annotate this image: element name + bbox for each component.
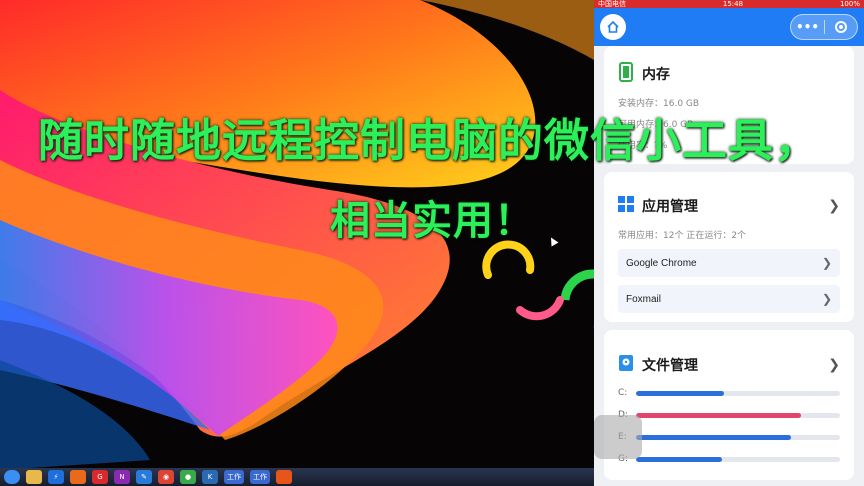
doc-app-icon-2[interactable]: 工作 [250, 470, 270, 484]
file-management-card: 文件管理 ❯ C: D: E: G: [604, 330, 854, 480]
disk-usage-fill [636, 390, 724, 396]
app-item-foxmail[interactable]: Foxmail ❯ [618, 285, 840, 313]
chrome-icon[interactable]: ◉ [158, 470, 174, 484]
carrier-label: 中国电信 [598, 0, 626, 8]
app-management-card: 应用管理 ❯ 常用应用：12个 正在运行：2个 Google Chrome ❯ … [604, 172, 854, 322]
clock-label: 15:48 [722, 0, 744, 8]
taskbar: ⚡ G N ✎ ◉ ● K 工作 工作 [0, 468, 594, 486]
file-management-title: 文件管理 [642, 358, 698, 374]
file-explorer-icon[interactable] [26, 470, 42, 484]
phone-status-bar: 中国电信 15:48 100% [594, 0, 864, 8]
memory-title: 内存 [642, 67, 670, 83]
pen-app-icon[interactable]: ✎ [136, 470, 152, 484]
app-item-label: Google Chrome [626, 257, 697, 269]
swirl-app-icon[interactable] [70, 470, 86, 484]
orange-app-icon[interactable] [276, 470, 292, 484]
app-management-title: 应用管理 [642, 199, 698, 215]
disk-usage-fill [636, 412, 802, 418]
thunder-icon[interactable]: ⚡ [48, 470, 64, 484]
disk-usage-fill [636, 434, 792, 440]
battery-label: 100% [839, 0, 860, 8]
home-button[interactable] [600, 14, 626, 40]
chevron-right-icon: ❯ [821, 256, 832, 270]
more-menu-button[interactable]: ••• [791, 20, 824, 34]
app-management-header[interactable]: 应用管理 ❯ [618, 196, 840, 216]
hard-drive-icon [618, 354, 634, 376]
chevron-right-icon: ❯ [828, 357, 840, 373]
target-icon [834, 21, 847, 33]
disk-usage-fill [636, 456, 722, 462]
disk-usage-bar [636, 456, 840, 462]
assistive-touch-button[interactable] [594, 415, 642, 459]
headline-caption: 随时随地远程控制电脑的微信小工具， [38, 114, 821, 167]
mini-program-nav-bar: ••• [594, 8, 864, 46]
doc-app-icon[interactable]: 工作 [224, 470, 244, 484]
subline-caption: 相当实用！ [330, 198, 535, 244]
k-app-icon[interactable]: K [202, 470, 218, 484]
disk-label: C: [618, 388, 628, 398]
disk-row-e[interactable]: E: [618, 426, 840, 448]
app-summary-text: 常用应用：12个 正在运行：2个 [618, 231, 747, 241]
home-icon [607, 20, 619, 33]
phone-mini-program: 中国电信 15:48 100% ••• 内存 安装内存：16.0 GB 可用内存… [594, 0, 864, 486]
capsule-menu: ••• [790, 14, 858, 40]
app-item-label: Foxmail [626, 293, 662, 305]
red-g-app-icon[interactable]: G [92, 470, 108, 484]
disk-usage-list: C: D: E: G: [618, 382, 840, 470]
start-orb-icon[interactable] [4, 470, 20, 484]
chevron-right-icon: ❯ [828, 198, 840, 214]
windows-grid-icon [618, 196, 634, 216]
disk-row-c[interactable]: C: [618, 382, 840, 404]
close-mini-program-button[interactable] [825, 21, 857, 33]
app-item-chrome[interactable]: Google Chrome ❯ [618, 249, 840, 277]
green-app-icon[interactable]: ● [180, 470, 196, 484]
file-management-header[interactable]: 文件管理 ❯ [618, 354, 840, 376]
memory-chip-icon [618, 62, 634, 86]
chevron-right-icon: ❯ [821, 292, 832, 306]
disk-row-d[interactable]: D: [618, 404, 840, 426]
onenote-icon[interactable]: N [114, 470, 130, 484]
disk-usage-bar [636, 412, 840, 418]
disk-usage-bar [636, 434, 840, 440]
disk-row-g[interactable]: G: [618, 448, 840, 470]
disk-usage-bar [636, 390, 840, 396]
